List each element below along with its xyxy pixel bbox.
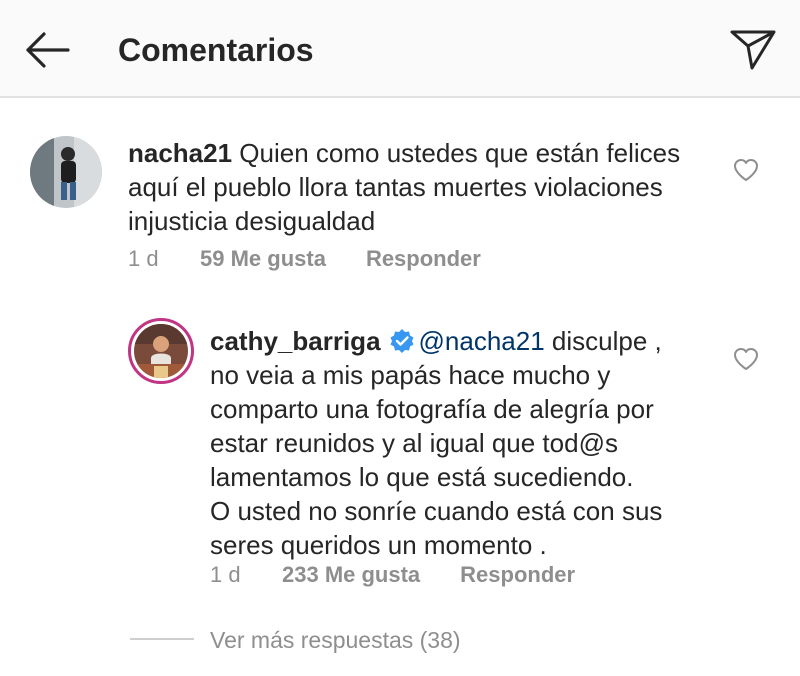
avatar[interactable] [30, 136, 102, 208]
reply-line: no veia a mis papás hace mucho y [210, 360, 611, 390]
heart-icon [734, 159, 758, 181]
heart-icon [734, 348, 758, 370]
comment-likes[interactable]: 59 Me gusta [200, 244, 326, 274]
reply-meta: 1 d 233 Me gusta Responder [210, 560, 575, 590]
top-bar: Comentarios [0, 0, 800, 98]
reply-button[interactable]: Responder [366, 244, 481, 274]
reply-line: disculpe , [544, 326, 662, 356]
comment-text: nacha21 Quien como ustedes que están fel… [128, 136, 728, 238]
reply-time: 1 d [210, 562, 241, 587]
reply-line: O usted no sonríe cuando está con sus [210, 496, 663, 526]
comment-body-line1: Quien como ustedes que están felices [232, 138, 681, 168]
comment-body-line3: injusticia desigualdad [128, 206, 376, 236]
reply-line: lamentamos lo que está sucediendo. [210, 462, 634, 492]
reply-button[interactable]: Responder [460, 560, 575, 590]
avatar[interactable] [128, 318, 194, 384]
comment-body-line2: aquí el pueblo llora tantas muertes viol… [128, 172, 663, 202]
page-title: Comentarios [118, 32, 314, 68]
reply-line: seres queridos un momento . [210, 530, 547, 560]
divider [130, 638, 194, 640]
back-button[interactable] [22, 30, 72, 70]
comment-time: 1 d [128, 246, 159, 271]
view-more-replies-link[interactable]: Ver más respuestas (38) [210, 625, 461, 655]
reply-username[interactable]: cathy_barriga [210, 326, 381, 356]
arrow-left-icon [26, 32, 70, 68]
reply-line: estar reunidos y al igual que tod@s [210, 428, 618, 458]
comment-username[interactable]: nacha21 [128, 138, 232, 168]
reply-likes[interactable]: 233 Me gusta [282, 560, 420, 590]
verified-badge-icon [390, 329, 414, 353]
like-button[interactable] [733, 158, 759, 182]
share-button[interactable] [728, 26, 778, 72]
mention-link[interactable]: @nacha21 [419, 326, 545, 356]
comment-meta: 1 d 59 Me gusta Responder [128, 244, 481, 274]
reply-text: cathy_barriga @nacha21 disculpe , no vei… [210, 324, 730, 562]
reply-line: comparto una fotografía de alegría por [210, 394, 654, 424]
paper-plane-icon [730, 30, 776, 70]
like-button[interactable] [733, 347, 759, 371]
